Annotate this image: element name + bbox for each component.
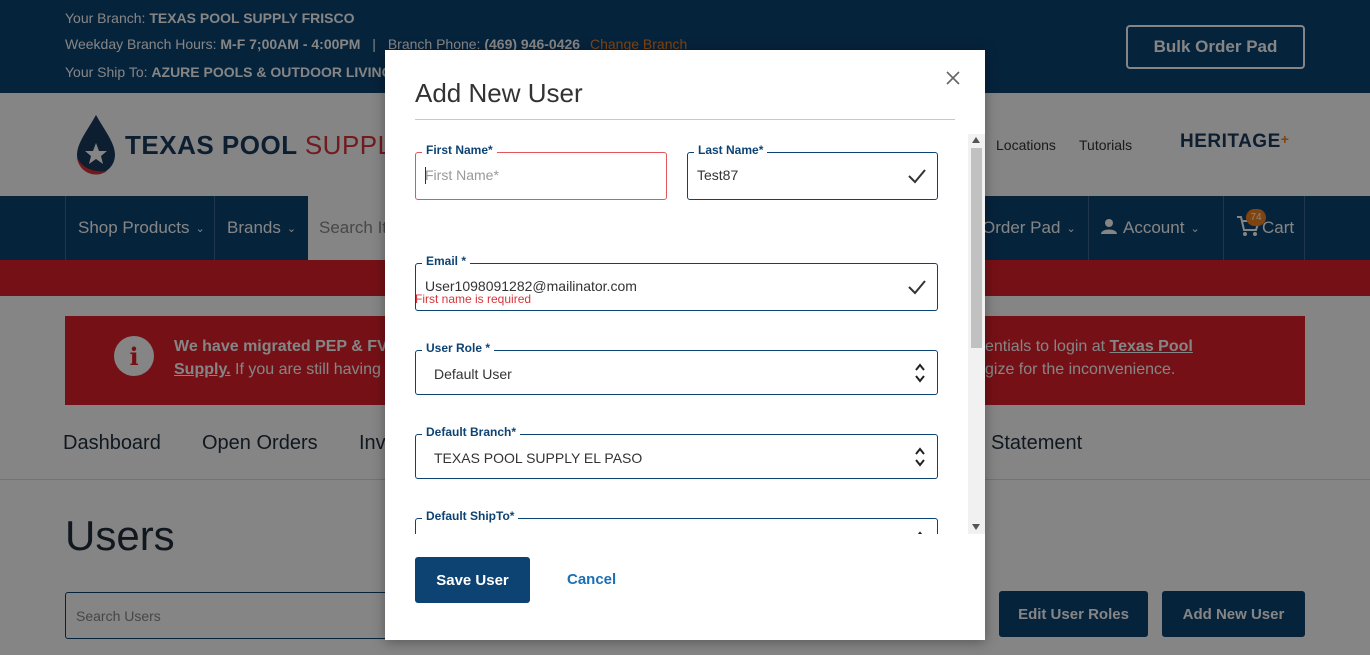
last-name-value: Test87 — [697, 167, 739, 183]
title-divider — [415, 119, 955, 120]
check-icon — [908, 280, 926, 295]
scroll-up-arrow-icon[interactable] — [972, 137, 980, 143]
last-name-label: Last Name* — [694, 143, 768, 157]
add-user-modal: Add New User First Name* First Name* Fir… — [385, 50, 985, 640]
scroll-down-arrow-icon[interactable] — [972, 524, 980, 530]
email-value: User1098091282@mailinator.com — [425, 278, 637, 294]
modal-title: Add New User — [415, 78, 583, 108]
last-name-field[interactable]: Last Name* Test87 — [687, 143, 938, 200]
save-user-button[interactable]: Save User — [415, 557, 530, 603]
email-field[interactable]: Email * User1098091282@mailinator.com — [415, 254, 938, 311]
form-scrollbar[interactable] — [968, 134, 985, 534]
first-name-field[interactable]: First Name* First Name* — [415, 143, 667, 200]
scrollbar-thumb[interactable] — [971, 148, 982, 348]
default-shipto-select[interactable]: Default ShipTo* — [415, 509, 938, 534]
user-role-select[interactable]: User Role * Default User — [415, 341, 938, 395]
text-caret — [425, 167, 426, 184]
user-role-label: User Role * — [422, 341, 495, 355]
check-icon — [908, 169, 926, 184]
select-arrows-icon — [915, 363, 925, 383]
select-arrows-icon — [915, 447, 925, 467]
default-shipto-label: Default ShipTo* — [422, 509, 519, 523]
cancel-button[interactable]: Cancel — [567, 571, 616, 588]
close-icon[interactable] — [941, 66, 965, 90]
email-label: Email * — [422, 254, 471, 268]
form-scroll-area: First Name* First Name* First name is re… — [385, 134, 985, 534]
user-role-value: Default User — [434, 366, 512, 382]
select-arrows-icon — [917, 531, 923, 534]
default-branch-select[interactable]: Default Branch* TEXAS POOL SUPPLY EL PAS… — [415, 425, 938, 479]
first-name-label: First Name* — [422, 143, 497, 157]
default-branch-value: TEXAS POOL SUPPLY EL PASO — [434, 450, 643, 466]
first-name-placeholder: First Name* — [425, 167, 499, 183]
default-branch-label: Default Branch* — [422, 425, 521, 439]
